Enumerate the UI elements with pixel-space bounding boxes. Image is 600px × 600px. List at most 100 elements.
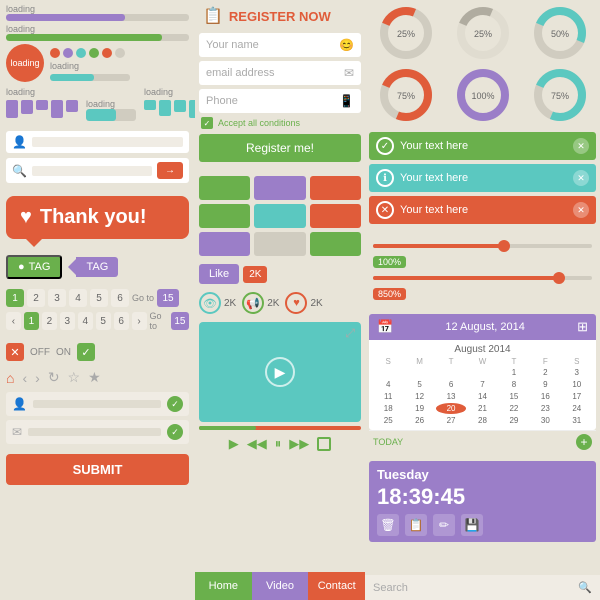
rewind-ctrl[interactable]: ◀◀ bbox=[247, 436, 267, 452]
page-btn-5b[interactable]: 5 bbox=[96, 312, 111, 330]
submit-button[interactable]: SUBMIT bbox=[6, 454, 189, 485]
pause-ctrl[interactable]: ⏸ bbox=[275, 436, 282, 452]
page-btn-4[interactable]: 4 bbox=[69, 289, 87, 307]
tag-button-1[interactable]: ● TAG bbox=[6, 255, 62, 279]
add-event-btn[interactable]: + bbox=[576, 434, 592, 450]
stop-ctrl[interactable] bbox=[317, 437, 331, 451]
cal-day-12[interactable]: 12 bbox=[404, 391, 434, 402]
color-btn-green-2[interactable] bbox=[199, 204, 250, 228]
cal-day-15[interactable]: 15 bbox=[499, 391, 529, 402]
color-btn-red-1[interactable] bbox=[310, 176, 361, 200]
cal-day-1[interactable]: 1 bbox=[499, 367, 529, 378]
color-btn-purple-2[interactable] bbox=[199, 232, 250, 256]
cal-day-10[interactable]: 10 bbox=[562, 379, 592, 390]
cal-day-13[interactable]: 13 bbox=[436, 391, 466, 402]
search-bar-icon[interactable]: 🔍 bbox=[578, 581, 592, 594]
color-btn-teal-1[interactable] bbox=[254, 204, 305, 228]
ffwd-ctrl[interactable]: ▶▶ bbox=[289, 436, 309, 452]
cal-day-17[interactable]: 17 bbox=[562, 391, 592, 402]
cal-day-22[interactable]: 22 bbox=[499, 403, 529, 414]
cal-day-3[interactable]: 3 bbox=[562, 367, 592, 378]
like-button[interactable]: Like bbox=[199, 264, 239, 284]
cal-day-14[interactable]: 14 bbox=[467, 391, 497, 402]
cal-day-9[interactable]: 9 bbox=[530, 379, 560, 390]
save-icon-btn[interactable]: 💾 bbox=[461, 514, 483, 536]
slider-thumb-1[interactable] bbox=[498, 240, 510, 252]
prev-page-btn[interactable]: ‹ bbox=[6, 312, 21, 330]
cal-day-26[interactable]: 26 bbox=[404, 415, 434, 426]
expand-icon[interactable]: ⤢ bbox=[345, 326, 355, 341]
cal-day-21[interactable]: 21 bbox=[467, 403, 497, 414]
cal-day-8[interactable]: 8 bbox=[499, 379, 529, 390]
page-btn-3[interactable]: 3 bbox=[48, 289, 66, 307]
cal-day-18[interactable]: 18 bbox=[373, 403, 403, 414]
seg-4 bbox=[51, 100, 63, 118]
clipboard-icon-btn[interactable]: 📋 bbox=[405, 514, 427, 536]
cal-footer: TODAY + bbox=[369, 430, 596, 453]
slider-thumb-2[interactable] bbox=[553, 272, 565, 284]
email-field[interactable]: email address ✉ bbox=[199, 61, 361, 85]
nav-video-tab[interactable]: Video bbox=[252, 572, 309, 600]
color-btn-red-2[interactable] bbox=[310, 204, 361, 228]
cal-grid-icon[interactable]: ⊞ bbox=[577, 319, 588, 335]
notif-close-3[interactable]: ✕ bbox=[573, 202, 589, 218]
cal-day-16[interactable]: 16 bbox=[530, 391, 560, 402]
back-nav-icon[interactable]: ‹ bbox=[22, 370, 27, 386]
page-btn-6[interactable]: 6 bbox=[111, 289, 129, 307]
goto-box[interactable]: 15 bbox=[157, 289, 179, 307]
edit-icon-btn[interactable]: ✏ bbox=[433, 514, 455, 536]
cal-day-20-today[interactable]: 20 bbox=[436, 403, 466, 414]
search-button[interactable]: → bbox=[157, 162, 183, 179]
fwd-nav-icon[interactable]: › bbox=[35, 370, 40, 386]
toggle-x-btn[interactable]: ✕ bbox=[6, 343, 24, 361]
accept-checkbox[interactable]: ✓ bbox=[201, 117, 213, 129]
page-btn-3b[interactable]: 3 bbox=[60, 312, 75, 330]
goto-box-2[interactable]: 15 bbox=[171, 312, 189, 330]
cal-day-2[interactable]: 2 bbox=[530, 367, 560, 378]
cal-day-27[interactable]: 27 bbox=[436, 415, 466, 426]
page-btn-1b[interactable]: 1 bbox=[24, 312, 39, 330]
register-button[interactable]: Register me! bbox=[199, 134, 361, 162]
page-btn-4b[interactable]: 4 bbox=[78, 312, 93, 330]
cal-day-28[interactable]: 28 bbox=[467, 415, 497, 426]
cal-day-23[interactable]: 23 bbox=[530, 403, 560, 414]
cal-day-7[interactable]: 7 bbox=[467, 379, 497, 390]
cal-day-24[interactable]: 24 bbox=[562, 403, 592, 414]
next-page-btn[interactable]: › bbox=[132, 312, 147, 330]
nav-home-tab[interactable]: Home bbox=[195, 572, 252, 600]
cal-day-25[interactable]: 25 bbox=[373, 415, 403, 426]
cal-day-headers: S M T W T F S bbox=[373, 357, 592, 366]
star-icon[interactable]: ☆ bbox=[68, 369, 81, 386]
toggle-check-btn[interactable]: ✓ bbox=[77, 343, 95, 361]
cal-day-19[interactable]: 19 bbox=[404, 403, 434, 414]
color-btn-green-3[interactable] bbox=[310, 232, 361, 256]
cal-day-4[interactable]: 4 bbox=[373, 379, 403, 390]
page-btn-1[interactable]: 1 bbox=[6, 289, 24, 307]
page-btn-2[interactable]: 2 bbox=[27, 289, 45, 307]
trash-icon-btn[interactable]: 🗑 bbox=[377, 514, 399, 536]
page-btn-6b[interactable]: 6 bbox=[114, 312, 129, 330]
play-ctrl[interactable]: ▶ bbox=[229, 436, 239, 452]
star-filled-icon[interactable]: ★ bbox=[88, 369, 101, 386]
notif-close-1[interactable]: ✕ bbox=[573, 138, 589, 154]
tag-label-1: TAG bbox=[29, 261, 51, 273]
refresh-nav-icon[interactable]: ↻ bbox=[48, 369, 60, 386]
phone-field[interactable]: Phone 📱 bbox=[199, 89, 361, 113]
home-nav-icon[interactable]: ⌂ bbox=[6, 370, 14, 386]
cal-day-29[interactable]: 29 bbox=[499, 415, 529, 426]
cal-day-5[interactable]: 5 bbox=[404, 379, 434, 390]
page-btn-2b[interactable]: 2 bbox=[42, 312, 57, 330]
cal-day-11[interactable]: 11 bbox=[373, 391, 403, 402]
nav-contact-tab[interactable]: Contact bbox=[308, 572, 365, 600]
page-btn-5[interactable]: 5 bbox=[90, 289, 108, 307]
color-btn-purple-1[interactable] bbox=[254, 176, 305, 200]
color-btn-beige-1[interactable] bbox=[254, 232, 305, 256]
name-field[interactable]: Your name 😊 bbox=[199, 33, 361, 57]
cal-day-30[interactable]: 30 bbox=[530, 415, 560, 426]
play-button[interactable]: ▶ bbox=[265, 357, 295, 387]
notif-close-2[interactable]: ✕ bbox=[573, 170, 589, 186]
cal-day-31[interactable]: 31 bbox=[562, 415, 592, 426]
color-btn-green-1[interactable] bbox=[199, 176, 250, 200]
today-label[interactable]: TODAY bbox=[373, 437, 403, 447]
cal-day-6[interactable]: 6 bbox=[436, 379, 466, 390]
